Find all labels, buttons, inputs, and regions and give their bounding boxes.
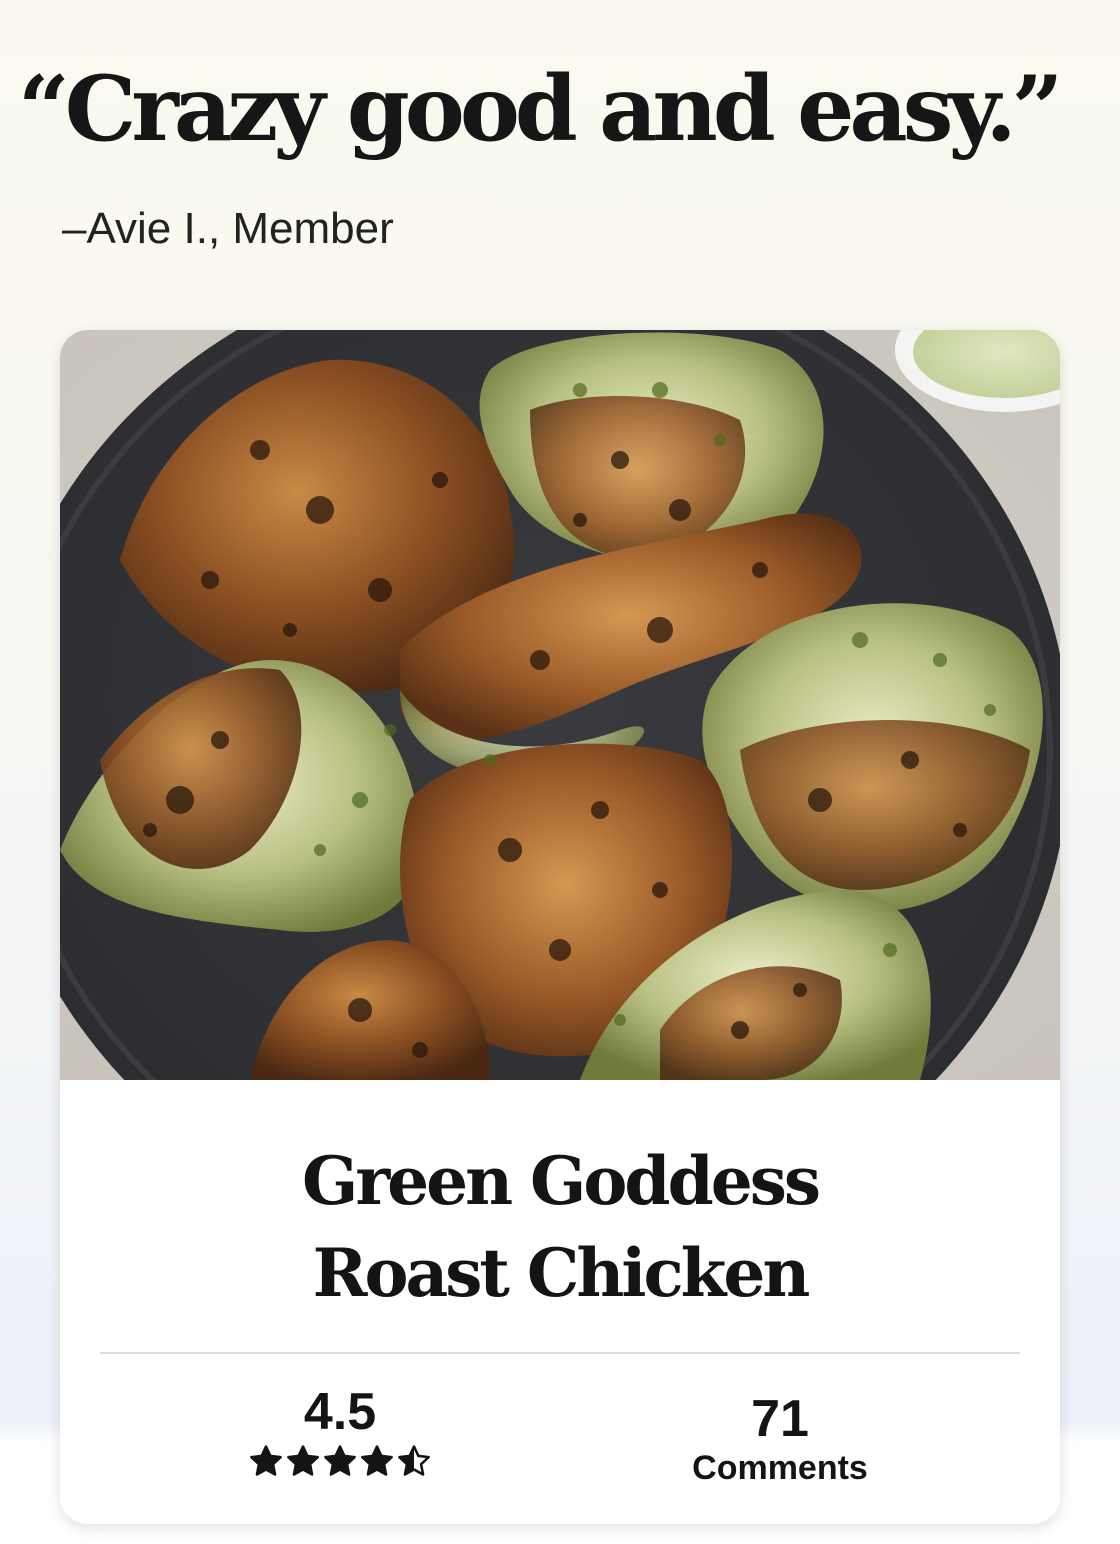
star-full-icon <box>361 1445 393 1476</box>
recipe-title-line-1: Green Goddess <box>301 1142 821 1220</box>
testimonial-attribution: –Avie I., Member <box>62 204 394 253</box>
rating-block[interactable]: 4.5 <box>220 1382 460 1478</box>
comments-block[interactable]: 71 Comments <box>660 1390 900 1488</box>
star-rating <box>220 1444 460 1478</box>
rating-value: 4.5 <box>303 1383 377 1441</box>
card-divider <box>100 1352 1020 1354</box>
recipe-title[interactable]: Green Goddess Roast Chicken <box>60 1135 1060 1319</box>
recipe-title-line-2: Roast Chicken <box>312 1234 811 1312</box>
comments-label: Comments <box>692 1449 868 1487</box>
testimonial-quote: “Crazy good and easy.” <box>18 56 1063 162</box>
star-full-icon <box>324 1445 356 1476</box>
star-half-icon <box>398 1445 430 1476</box>
star-full-icon <box>287 1445 319 1476</box>
comment-count: 71 <box>751 1390 809 1448</box>
star-full-icon <box>250 1445 282 1476</box>
recipe-photo[interactable] <box>60 330 1060 1080</box>
recipe-card[interactable]: Green Goddess Roast Chicken 4.5 71 Comme… <box>60 330 1060 1524</box>
